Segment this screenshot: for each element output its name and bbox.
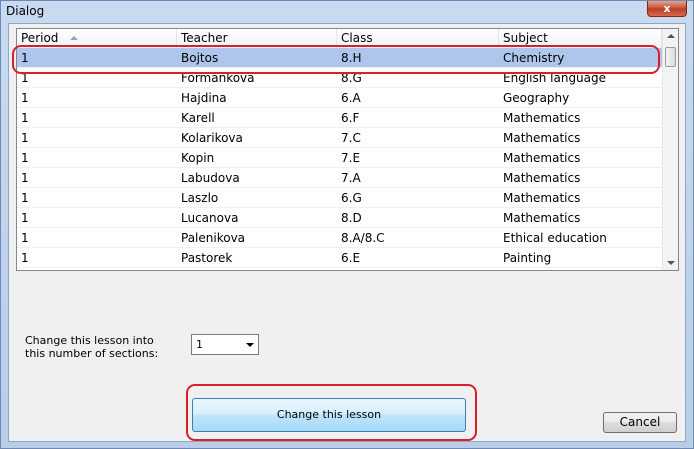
lessons-table[interactable]: Period Teacher Class Subject 1 Bojtos 8.H C… [16, 28, 679, 271]
close-icon: x [663, 2, 671, 15]
cell-teacher: Kolarikova [181, 131, 243, 145]
table-row[interactable]: 1 Hajdina 6.A Geography [17, 88, 662, 108]
cell-class: 6.F [341, 111, 360, 125]
close-button[interactable]: x [647, 1, 687, 17]
cell-teacher: Hajdina [181, 91, 227, 105]
cell-subject: Mathematics [503, 111, 581, 125]
title-bar: Dialog x [1, 1, 693, 23]
cell-subject: Mathematics [503, 191, 581, 205]
sections-label: Change this lesson into this number of s… [25, 334, 159, 360]
table-row[interactable]: 1 Formankova 8.G English language [17, 68, 662, 88]
cell-teacher: Bojtos [181, 51, 219, 65]
cell-period: 1 [21, 111, 29, 125]
scroll-down-icon[interactable] [667, 261, 675, 265]
cell-class: 8.A/8.C [341, 231, 385, 245]
column-header-subject[interactable]: Subject [499, 29, 662, 48]
dialog-content: Period Teacher Class Subject 1 Bojtos 8.H C… [8, 23, 686, 442]
table-body: 1 Bojtos 8.H Chemistry 1 Formankova 8.G English… [17, 48, 662, 268]
cell-subject: Mathematics [503, 171, 581, 185]
cell-class: 6.E [341, 251, 361, 265]
cell-class: 7.C [341, 131, 361, 145]
table-row[interactable]: 1 Lucanova 8.D Mathematics [17, 208, 662, 228]
table-header: Period Teacher Class Subject [17, 29, 662, 49]
cell-class: 7.A [341, 171, 361, 185]
cell-class: 8.G [341, 71, 362, 85]
cell-period: 1 [21, 131, 29, 145]
cell-period: 1 [21, 71, 29, 85]
cell-class: 8.D [341, 211, 362, 225]
window-title: Dialog [6, 4, 45, 18]
cell-period: 1 [21, 151, 29, 165]
cell-subject: Ethical education [503, 231, 607, 245]
cell-period: 1 [21, 211, 29, 225]
cell-teacher: Laszlo [181, 191, 219, 205]
cell-teacher: Kopin [181, 151, 215, 165]
table-row[interactable]: 1 Labudova 7.A Mathematics [17, 168, 662, 188]
scrollbar-thumb[interactable] [665, 47, 676, 67]
cell-period: 1 [21, 91, 29, 105]
cell-period: 1 [21, 231, 29, 245]
dialog-window: Dialog x Period Teacher Class Subject 1 B… [0, 0, 694, 449]
cell-period: 1 [21, 251, 29, 265]
cell-teacher: Labudova [181, 171, 240, 185]
table-row[interactable]: 1 Kolarikova 7.C Mathematics [17, 128, 662, 148]
cancel-button[interactable]: Cancel [603, 412, 677, 433]
cell-class: 7.E [341, 151, 361, 165]
cell-period: 1 [21, 171, 29, 185]
cell-teacher: Lucanova [181, 211, 239, 225]
cell-subject: Mathematics [503, 211, 581, 225]
sort-ascending-icon [70, 36, 78, 40]
cell-period: 1 [21, 51, 29, 65]
cell-subject: Painting [503, 251, 552, 265]
cell-subject: Mathematics [503, 151, 581, 165]
sections-value: 1 [196, 338, 203, 351]
cell-subject: Geography [503, 91, 570, 105]
table-row[interactable]: 1 Laszlo 6.G Mathematics [17, 188, 662, 208]
cell-teacher: Formankova [181, 71, 255, 85]
chevron-down-icon [246, 343, 254, 347]
table-row[interactable]: 1 Karell 6.F Mathematics [17, 108, 662, 128]
column-header-class[interactable]: Class [337, 29, 499, 48]
cell-teacher: Pastorek [181, 251, 233, 265]
cell-teacher: Palenikova [181, 231, 246, 245]
column-header-period[interactable]: Period [17, 29, 177, 48]
table-row[interactable]: 1 Palenikova 8.A/8.C Ethical education [17, 228, 662, 248]
cell-subject: English language [503, 71, 607, 85]
table-row[interactable]: 1 Pastorek 6.E Painting [17, 248, 662, 268]
column-header-teacher[interactable]: Teacher [177, 29, 337, 48]
cell-teacher: Karell [181, 111, 215, 125]
cell-class: 8.H [341, 51, 362, 65]
cell-period: 1 [21, 191, 29, 205]
cell-class: 6.G [341, 191, 362, 205]
table-row[interactable]: 1 Bojtos 8.H Chemistry [17, 48, 662, 68]
cell-subject: Mathematics [503, 131, 581, 145]
sections-dropdown[interactable]: 1 [191, 334, 259, 355]
change-lesson-button[interactable]: Change this lesson [192, 398, 466, 432]
scroll-up-icon[interactable] [667, 34, 675, 38]
cell-class: 6.A [341, 91, 361, 105]
vertical-scrollbar[interactable] [662, 29, 678, 270]
table-row[interactable]: 1 Kopin 7.E Mathematics [17, 148, 662, 168]
cell-subject: Chemistry [503, 51, 565, 65]
